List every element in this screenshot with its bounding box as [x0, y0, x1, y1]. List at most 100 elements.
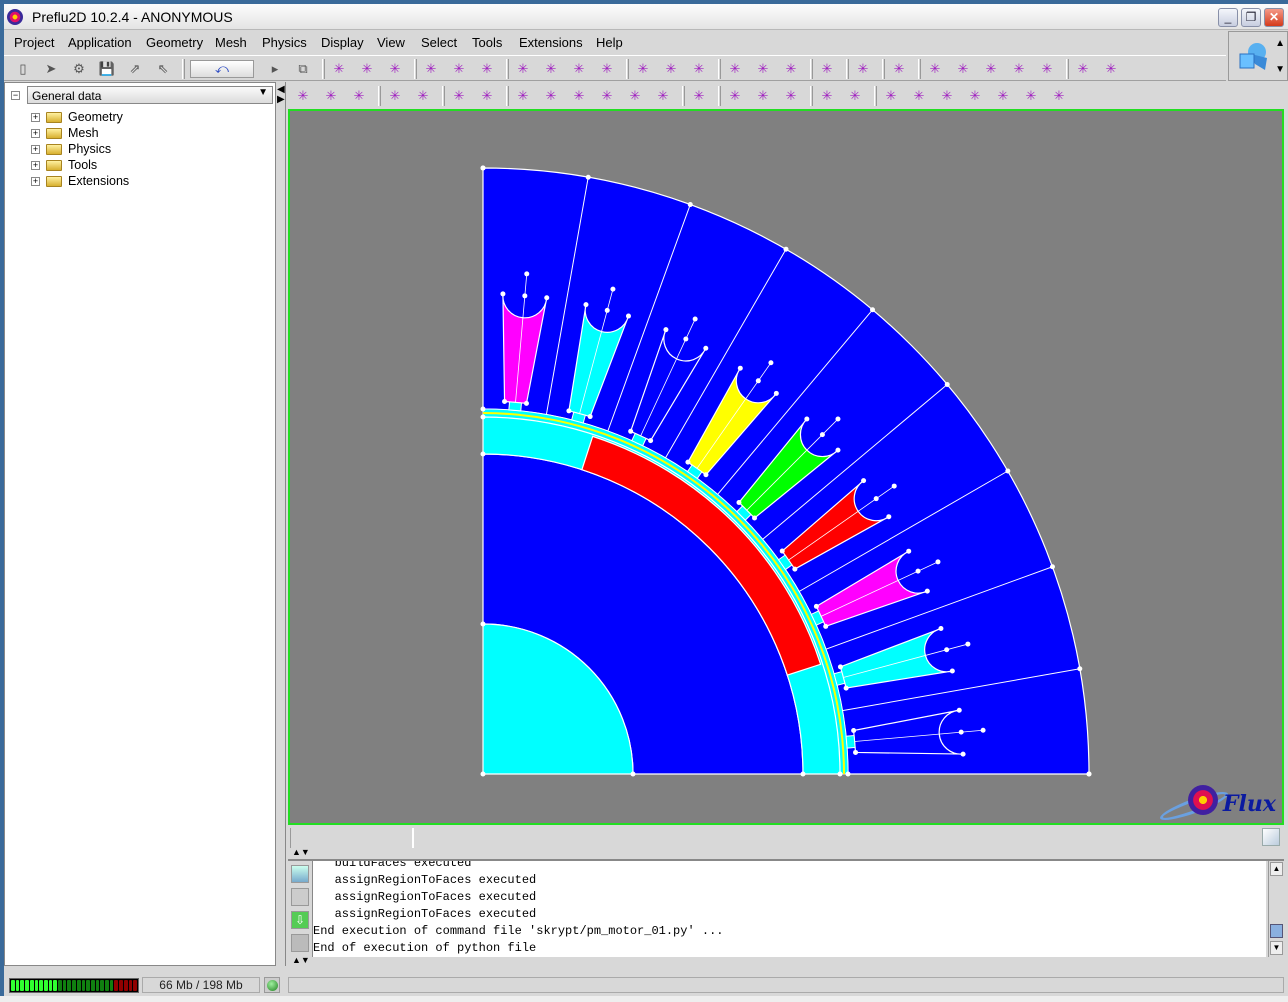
mesh-point-icon[interactable]: ✳ — [634, 60, 652, 78]
minimize-button[interactable]: _ — [1218, 8, 1238, 27]
menu-extensions[interactable]: Extensions — [519, 35, 583, 50]
mesh-faces-icon[interactable]: ✳ — [890, 60, 908, 78]
zoom-icon[interactable]: ✳ — [322, 87, 340, 105]
tree-item-extensions[interactable]: + Extensions — [31, 173, 129, 189]
coord-axes-icon[interactable]: ✳ — [386, 87, 404, 105]
scroll-up-icon[interactable]: ▲ — [1275, 38, 1285, 49]
display-lines-icon[interactable]: ✳ — [570, 87, 588, 105]
draw-line-icon[interactable]: ✳ — [690, 87, 708, 105]
scroll-down-icon[interactable]: ▼ — [1270, 941, 1283, 955]
menu-view[interactable]: View — [377, 35, 405, 50]
graphics-viewport[interactable]: Flux — [288, 109, 1284, 825]
mesh-tool-icon[interactable]: ✳ — [782, 60, 800, 78]
param-period-icon[interactable]: ✳ — [386, 60, 404, 78]
mesh-gen-point-icon[interactable]: ✳ — [726, 60, 744, 78]
refresh-console-button[interactable] — [291, 865, 309, 883]
close-button[interactable]: ✕ — [1264, 8, 1284, 27]
mesh-line-icon[interactable]: ✳ — [662, 60, 680, 78]
menu-select[interactable]: Select — [421, 35, 457, 50]
display-points-icon[interactable]: ✳ — [542, 87, 560, 105]
region-point-icon[interactable]: ✳ — [926, 60, 944, 78]
region-point2-icon[interactable]: ✳ — [954, 60, 972, 78]
menu-mesh[interactable]: Mesh — [215, 35, 247, 50]
menu-physics[interactable]: Physics — [262, 35, 307, 50]
coord-system-icon[interactable]: ✳ — [422, 60, 440, 78]
menu-display[interactable]: Display — [321, 35, 364, 50]
console-splitter[interactable]: ▲▼ — [288, 847, 1284, 858]
transform-icon[interactable]: ✳ — [450, 60, 468, 78]
expand-icon[interactable]: + — [31, 160, 40, 170]
mesh-gen-line-icon[interactable]: ✳ — [754, 60, 772, 78]
select-lines-icon[interactable]: ✳ — [1022, 87, 1040, 105]
python-icon[interactable]: ⚙ — [70, 60, 88, 78]
axes-xyz-icon[interactable]: ✳ — [514, 87, 532, 105]
close-view-icon[interactable]: ⧉ — [294, 60, 312, 78]
restore-button[interactable]: ❐ — [1241, 8, 1261, 27]
flag-line-icon[interactable]: ✳ — [782, 87, 800, 105]
copy-console-button[interactable] — [291, 888, 309, 906]
import-3d-icon[interactable]: ✳ — [450, 87, 468, 105]
flag-point-icon[interactable]: ✳ — [754, 87, 772, 105]
new-project-icon[interactable]: ▯ — [14, 60, 32, 78]
zoom-region-icon[interactable]: ✳ — [350, 87, 368, 105]
select-volume-icon[interactable]: ✳ — [1050, 87, 1068, 105]
garbage-collect-button[interactable] — [264, 977, 280, 993]
doctor-icon[interactable]: ✳ — [1102, 60, 1120, 78]
mesh-grid-icon[interactable]: ✳ — [846, 87, 864, 105]
scroll-up-icon[interactable]: ▲ — [1270, 862, 1283, 876]
select-none-icon[interactable]: ✳ — [882, 87, 900, 105]
import-icon[interactable]: ⇖ — [154, 60, 172, 78]
console-scrollbar[interactable]: ▲ ▼ — [1268, 861, 1284, 957]
select-point-icon[interactable]: ✳ — [938, 87, 956, 105]
tree-context-dropdown[interactable]: General data ▼ — [27, 86, 273, 104]
check-physics-icon[interactable]: ✳ — [1074, 60, 1092, 78]
expand-right-icon[interactable]: ▶ — [277, 94, 285, 105]
region-face-icon[interactable]: ✳ — [1010, 60, 1028, 78]
param-sym-icon[interactable]: ✳ — [358, 60, 376, 78]
undo-icon[interactable]: ⤺ — [190, 60, 254, 78]
select-face-icon[interactable]: ✳ — [994, 87, 1012, 105]
export-icon[interactable]: ⇗ — [126, 60, 144, 78]
clear-console-button[interactable] — [291, 934, 309, 952]
param-geometry-icon[interactable]: ✳ — [330, 60, 348, 78]
param-variable-icon[interactable]: ✳ — [478, 60, 496, 78]
menu-application[interactable]: Application — [68, 35, 132, 50]
expand-icon[interactable]: + — [31, 112, 40, 122]
tree-item-mesh[interactable]: + Mesh — [31, 125, 99, 141]
region-volume-icon[interactable]: ✳ — [1038, 60, 1056, 78]
display-faces-icon[interactable]: ✳ — [598, 87, 616, 105]
motor-geometry[interactable] — [290, 111, 1282, 823]
3d-view-cube-icon[interactable] — [1237, 40, 1271, 72]
menu-geometry[interactable]: Geometry — [146, 35, 203, 50]
tree-item-geometry[interactable]: + Geometry — [31, 109, 123, 125]
cross-points-icon[interactable]: ✳ — [626, 87, 644, 105]
region-line-icon[interactable]: ✳ — [982, 60, 1000, 78]
line-icon[interactable]: ✳ — [542, 60, 560, 78]
save-icon[interactable]: 💾 — [98, 60, 116, 78]
console-bottom-splitter[interactable]: ▲▼ — [288, 955, 1284, 965]
tree-item-physics[interactable]: + Physics — [31, 141, 111, 157]
expand-icon[interactable]: + — [31, 176, 40, 186]
scroll-thumb[interactable] — [1270, 924, 1283, 938]
mesh-lines-icon[interactable]: ✳ — [854, 60, 872, 78]
menu-tools[interactable]: Tools — [472, 35, 502, 50]
tree-item-tools[interactable]: + Tools — [31, 157, 97, 173]
scroll-down-icon[interactable]: ▼ — [1275, 64, 1285, 75]
build-lines-icon[interactable]: ✳ — [570, 60, 588, 78]
splitter-arrows-icon[interactable]: ▲▼ — [292, 847, 310, 857]
box-icon[interactable]: ✳ — [654, 87, 672, 105]
expand-icon[interactable]: + — [31, 128, 40, 138]
scroll-down-console-button[interactable]: ⇩ — [291, 911, 309, 929]
view-options-button[interactable] — [1262, 828, 1280, 846]
menu-project[interactable]: Project — [14, 35, 54, 50]
curve-icon[interactable]: ✳ — [818, 87, 836, 105]
open-project-icon[interactable]: ➤ — [42, 60, 60, 78]
export-3d-icon[interactable]: ✳ — [478, 87, 496, 105]
splitter-arrows-icon[interactable]: ▲▼ — [292, 955, 310, 965]
menu-help[interactable]: Help — [596, 35, 623, 50]
panel-splitter[interactable]: ◀ ▶ — [276, 82, 286, 966]
collapse-root-icon[interactable]: − — [11, 91, 20, 100]
draw-face-icon[interactable]: ✳ — [726, 87, 744, 105]
delete-mesh-icon[interactable]: ✳ — [818, 60, 836, 78]
play-icon[interactable]: ▸ — [266, 60, 284, 78]
